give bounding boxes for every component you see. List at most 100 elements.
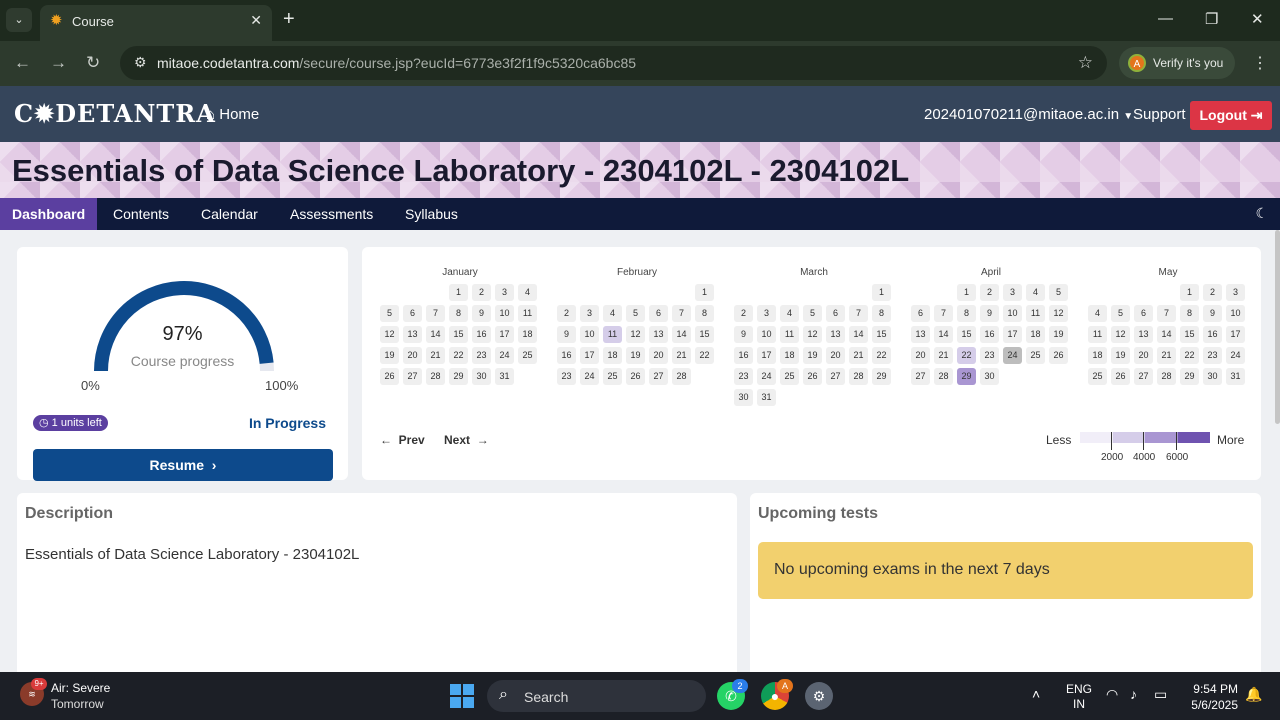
- calendar-day[interactable]: 31: [495, 368, 514, 385]
- calendar-day[interactable]: 29: [872, 368, 891, 385]
- user-menu-dropdown[interactable]: 202401070211@mitaoe.ac.in ▼: [924, 106, 1133, 123]
- calendar-day[interactable]: 17: [495, 326, 514, 343]
- calendar-day[interactable]: 29: [449, 368, 468, 385]
- calendar-day[interactable]: 22: [1180, 347, 1199, 364]
- calendar-day[interactable]: 30: [1203, 368, 1222, 385]
- calendar-day[interactable]: 13: [911, 326, 930, 343]
- calendar-day[interactable]: 3: [757, 305, 776, 322]
- calendar-day[interactable]: 4: [780, 305, 799, 322]
- tab-syllabus[interactable]: Syllabus: [389, 198, 474, 230]
- calendar-day[interactable]: 27: [649, 368, 668, 385]
- calendar-day[interactable]: 2: [980, 284, 999, 301]
- logout-button[interactable]: Logout ⇥: [1190, 101, 1272, 130]
- calendar-day[interactable]: 30: [734, 389, 753, 406]
- calendar-day[interactable]: 1: [872, 284, 891, 301]
- calendar-day[interactable]: 10: [1226, 305, 1245, 322]
- close-tab-icon[interactable]: ✕: [250, 12, 262, 29]
- calendar-day[interactable]: 29: [957, 368, 976, 385]
- tab-dashboard[interactable]: Dashboard: [0, 198, 98, 230]
- calendar-day[interactable]: 10: [757, 326, 776, 343]
- calendar-day[interactable]: 2: [1203, 284, 1222, 301]
- calendar-day[interactable]: 5: [1111, 305, 1130, 322]
- calendar-day[interactable]: 25: [1088, 368, 1107, 385]
- calendar-day[interactable]: 7: [426, 305, 445, 322]
- calendar-prev-button[interactable]: ← Prev: [380, 433, 425, 447]
- calendar-day[interactable]: 7: [1157, 305, 1176, 322]
- calendar-day[interactable]: 8: [1180, 305, 1199, 322]
- verify-profile-button[interactable]: A Verify it's you: [1119, 47, 1235, 79]
- calendar-day[interactable]: 26: [380, 368, 399, 385]
- tab-calendar[interactable]: Calendar: [185, 198, 274, 230]
- calendar-day[interactable]: 21: [1157, 347, 1176, 364]
- calendar-day[interactable]: 15: [695, 326, 714, 343]
- calendar-day[interactable]: 6: [1134, 305, 1153, 322]
- tab-search-button[interactable]: ⌄: [6, 8, 32, 32]
- calendar-day[interactable]: 12: [1111, 326, 1130, 343]
- calendar-day[interactable]: 20: [911, 347, 930, 364]
- calendar-day[interactable]: 6: [826, 305, 845, 322]
- language-indicator[interactable]: ENG IN: [1066, 682, 1092, 712]
- url-text[interactable]: mitaoe.codetantra.com/secure/course.jsp?…: [157, 55, 636, 71]
- calendar-day[interactable]: 1: [957, 284, 976, 301]
- calendar-day[interactable]: 29: [1180, 368, 1199, 385]
- calendar-day[interactable]: 3: [1226, 284, 1245, 301]
- calendar-day[interactable]: 21: [426, 347, 445, 364]
- windows-start-icon[interactable]: [450, 684, 474, 708]
- calendar-day[interactable]: 11: [518, 305, 537, 322]
- calendar-day[interactable]: 2: [472, 284, 491, 301]
- calendar-day[interactable]: 18: [603, 347, 622, 364]
- calendar-day[interactable]: 25: [780, 368, 799, 385]
- calendar-day[interactable]: 9: [557, 326, 576, 343]
- calendar-day[interactable]: 18: [780, 347, 799, 364]
- calendar-day[interactable]: 19: [1111, 347, 1130, 364]
- calendar-day[interactable]: 22: [957, 347, 976, 364]
- calendar-day[interactable]: 18: [1026, 326, 1045, 343]
- calendar-day[interactable]: 15: [957, 326, 976, 343]
- calendar-day[interactable]: 25: [603, 368, 622, 385]
- home-link[interactable]: ⌂ Home: [206, 106, 259, 123]
- calendar-day[interactable]: 23: [472, 347, 491, 364]
- calendar-day[interactable]: 10: [495, 305, 514, 322]
- page-scrollbar[interactable]: [1275, 230, 1280, 424]
- calendar-day[interactable]: 17: [580, 347, 599, 364]
- calendar-day[interactable]: 15: [449, 326, 468, 343]
- calendar-day[interactable]: 21: [849, 347, 868, 364]
- calendar-day[interactable]: 13: [649, 326, 668, 343]
- calendar-day[interactable]: 14: [849, 326, 868, 343]
- close-window-icon[interactable]: ✕: [1251, 10, 1264, 28]
- settings-icon[interactable]: ⚙: [805, 682, 833, 710]
- calendar-day[interactable]: 6: [649, 305, 668, 322]
- calendar-day[interactable]: 4: [1088, 305, 1107, 322]
- system-clock[interactable]: 9:54 PM 5/6/2025: [1188, 681, 1238, 713]
- calendar-day[interactable]: 23: [734, 368, 753, 385]
- calendar-day[interactable]: 16: [734, 347, 753, 364]
- calendar-day[interactable]: 25: [518, 347, 537, 364]
- site-info-icon[interactable]: ⚙: [134, 54, 147, 71]
- dark-mode-toggle-icon[interactable]: ☾: [1255, 205, 1268, 222]
- address-bar[interactable]: ⚙ mitaoe.codetantra.com/secure/course.js…: [120, 46, 1107, 80]
- tab-assessments[interactable]: Assessments: [274, 198, 389, 230]
- calendar-day[interactable]: 12: [380, 326, 399, 343]
- calendar-day[interactable]: 24: [1003, 347, 1022, 364]
- calendar-day[interactable]: 19: [803, 347, 822, 364]
- calendar-day[interactable]: 22: [695, 347, 714, 364]
- calendar-day[interactable]: 20: [403, 347, 422, 364]
- calendar-day[interactable]: 11: [780, 326, 799, 343]
- calendar-day[interactable]: 17: [1003, 326, 1022, 343]
- calendar-day[interactable]: 24: [757, 368, 776, 385]
- calendar-day[interactable]: 26: [1049, 347, 1068, 364]
- calendar-day[interactable]: 11: [1088, 326, 1107, 343]
- new-tab-icon[interactable]: +: [283, 8, 295, 31]
- calendar-day[interactable]: 16: [557, 347, 576, 364]
- calendar-day[interactable]: 5: [380, 305, 399, 322]
- calendar-day[interactable]: 6: [911, 305, 930, 322]
- calendar-day[interactable]: 7: [849, 305, 868, 322]
- calendar-day[interactable]: 9: [980, 305, 999, 322]
- calendar-day[interactable]: 7: [672, 305, 691, 322]
- calendar-day[interactable]: 12: [626, 326, 645, 343]
- calendar-day[interactable]: 20: [826, 347, 845, 364]
- calendar-day[interactable]: 24: [1226, 347, 1245, 364]
- calendar-day[interactable]: 10: [580, 326, 599, 343]
- calendar-day[interactable]: 26: [803, 368, 822, 385]
- back-icon[interactable]: ←: [14, 53, 31, 73]
